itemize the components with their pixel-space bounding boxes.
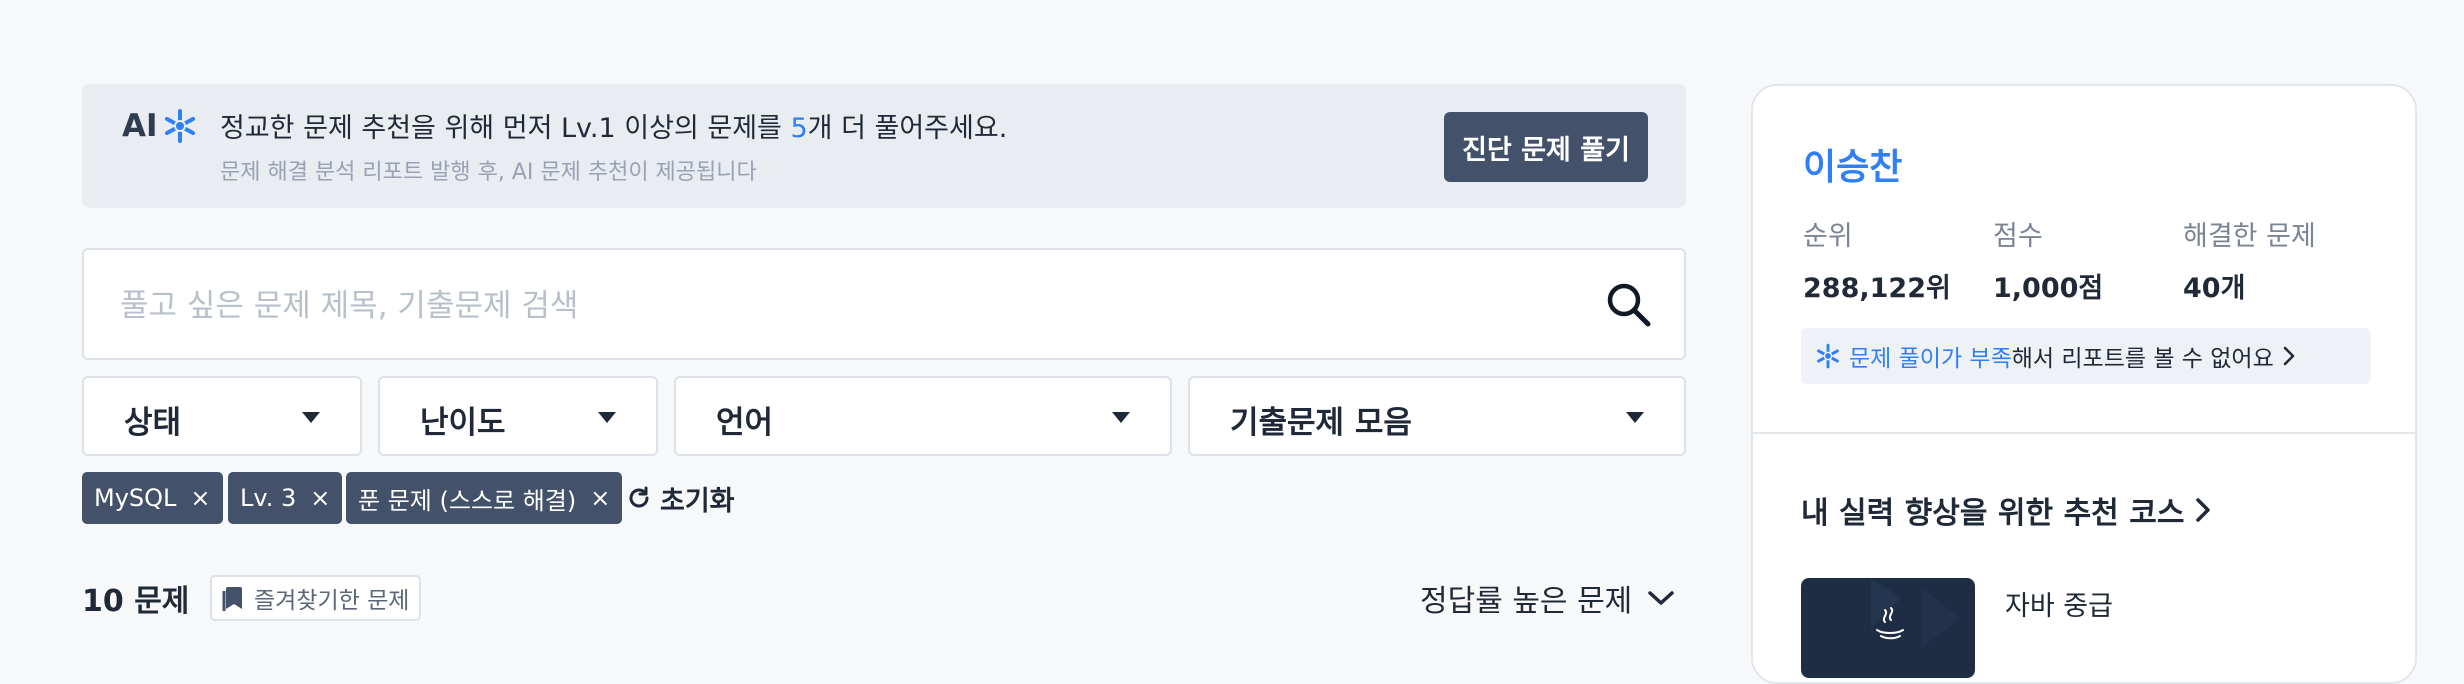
stat-score-value: 1,000점 bbox=[1993, 273, 2104, 304]
stat-solved-value: 40개 bbox=[2183, 273, 2246, 304]
recommended-courses-title: 내 실력 향상을 위한 추천 코스 bbox=[1801, 496, 2185, 531]
search-box bbox=[82, 248, 1686, 360]
search-icon[interactable] bbox=[1604, 280, 1654, 330]
ai-banner-sub-message: 문제 해결 분석 리포트 발행 후, AI 문제 추천이 제공됩니다 bbox=[220, 160, 757, 185]
tag-label: 푼 문제 (스스로 해결) bbox=[358, 486, 577, 515]
chevron-down-icon bbox=[302, 412, 320, 423]
filter-difficulty-dropdown[interactable]: 난이도 bbox=[378, 376, 658, 456]
bookmark-label: 즐겨찾기한 문제 bbox=[254, 588, 410, 614]
sort-select[interactable]: 정답률 높은 문제 bbox=[1420, 576, 1676, 620]
report-notice-link[interactable]: 문제 풀이가 부족해서 리포트를 볼 수 없어요 bbox=[1801, 328, 2371, 384]
chevron-right-icon bbox=[2196, 498, 2211, 522]
close-icon[interactable]: × bbox=[190, 484, 210, 512]
reset-label: 초기화 bbox=[660, 485, 735, 517]
ai-banner-message-count: 5 bbox=[790, 113, 808, 144]
chevron-right-icon bbox=[2283, 346, 2295, 366]
filter-status-label: 상태 bbox=[124, 405, 182, 441]
ai-banner-message-prefix: 정교한 문제 추천을 위해 먼저 Lv.1 이상의 문제를 bbox=[220, 113, 791, 144]
ai-banner-message: 정교한 문제 추천을 위해 먼저 Lv.1 이상의 문제를 5개 더 풀어주세요… bbox=[220, 106, 1007, 145]
stat-score-label: 점수 bbox=[1993, 221, 2043, 252]
filter-past-exam-dropdown[interactable]: 기출문제 모음 bbox=[1188, 376, 1686, 456]
card-divider bbox=[1753, 432, 2415, 434]
diagnostic-problem-button[interactable]: 진단 문제 풀기 bbox=[1444, 112, 1648, 182]
search-input[interactable] bbox=[120, 278, 1520, 334]
filter-status-dropdown[interactable]: 상태 bbox=[82, 376, 362, 456]
ai-logo-text: AI bbox=[122, 108, 158, 144]
filter-past-exam-label: 기출문제 모음 bbox=[1230, 405, 1412, 441]
active-filter-tag[interactable]: 푼 문제 (스스로 해결) × bbox=[346, 472, 623, 524]
profile-card: 이승찬 순위 288,122위 점수 1,000점 해결한 문제 40개 문제 … bbox=[1751, 84, 2417, 684]
tag-label: MySQL bbox=[94, 484, 177, 512]
problem-count: 10 문제 bbox=[82, 584, 190, 619]
ai-sparkle-icon bbox=[164, 109, 195, 143]
bookmark-icon bbox=[222, 587, 242, 611]
chevron-down-icon bbox=[1648, 591, 1675, 605]
close-icon[interactable]: × bbox=[590, 484, 610, 512]
refresh-icon bbox=[629, 486, 649, 508]
sort-label: 정답률 높은 문제 bbox=[1420, 584, 1633, 619]
course-name[interactable]: 자바 중급 bbox=[2005, 584, 2113, 623]
close-icon[interactable]: × bbox=[310, 484, 330, 512]
java-logo-icon bbox=[1871, 578, 1961, 648]
report-notice-rest: 해서 리포트를 볼 수 없어요 bbox=[2011, 346, 2274, 372]
filter-language-label: 언어 bbox=[716, 405, 774, 441]
stat-solved-label: 해결한 문제 bbox=[2183, 221, 2316, 252]
tag-label: Lv. 3 bbox=[240, 484, 297, 512]
active-filter-tag[interactable]: Lv. 3 × bbox=[228, 472, 343, 524]
recommended-courses-link[interactable]: 내 실력 향상을 위한 추천 코스 bbox=[1801, 488, 2212, 532]
filter-language-dropdown[interactable]: 언어 bbox=[674, 376, 1172, 456]
ai-logo: AI bbox=[122, 106, 198, 146]
filter-difficulty-label: 난이도 bbox=[420, 405, 506, 441]
reset-filters-button[interactable]: 초기화 bbox=[626, 472, 735, 524]
stat-rank-value: 288,122위 bbox=[1803, 273, 1951, 304]
chevron-down-icon bbox=[1626, 412, 1644, 423]
course-thumbnail[interactable] bbox=[1801, 578, 1975, 678]
ai-recommendation-banner: AI 정교한 문제 추천을 위해 먼저 Lv.1 이상의 문제를 5개 더 풀어… bbox=[82, 84, 1686, 208]
active-filter-tag[interactable]: MySQL × bbox=[82, 472, 223, 524]
bookmarked-problems-button[interactable]: 즐겨찾기한 문제 bbox=[210, 575, 422, 621]
ai-sparkle-icon bbox=[1817, 343, 1839, 369]
chevron-down-icon bbox=[598, 412, 616, 423]
stat-rank-label: 순위 bbox=[1803, 221, 1853, 252]
report-notice-highlight: 문제 풀이가 부족 bbox=[1849, 346, 2012, 372]
chevron-down-icon bbox=[1112, 412, 1130, 423]
ai-banner-message-suffix: 개 더 풀어주세요. bbox=[807, 113, 1008, 144]
user-name[interactable]: 이승찬 bbox=[1803, 138, 1902, 190]
